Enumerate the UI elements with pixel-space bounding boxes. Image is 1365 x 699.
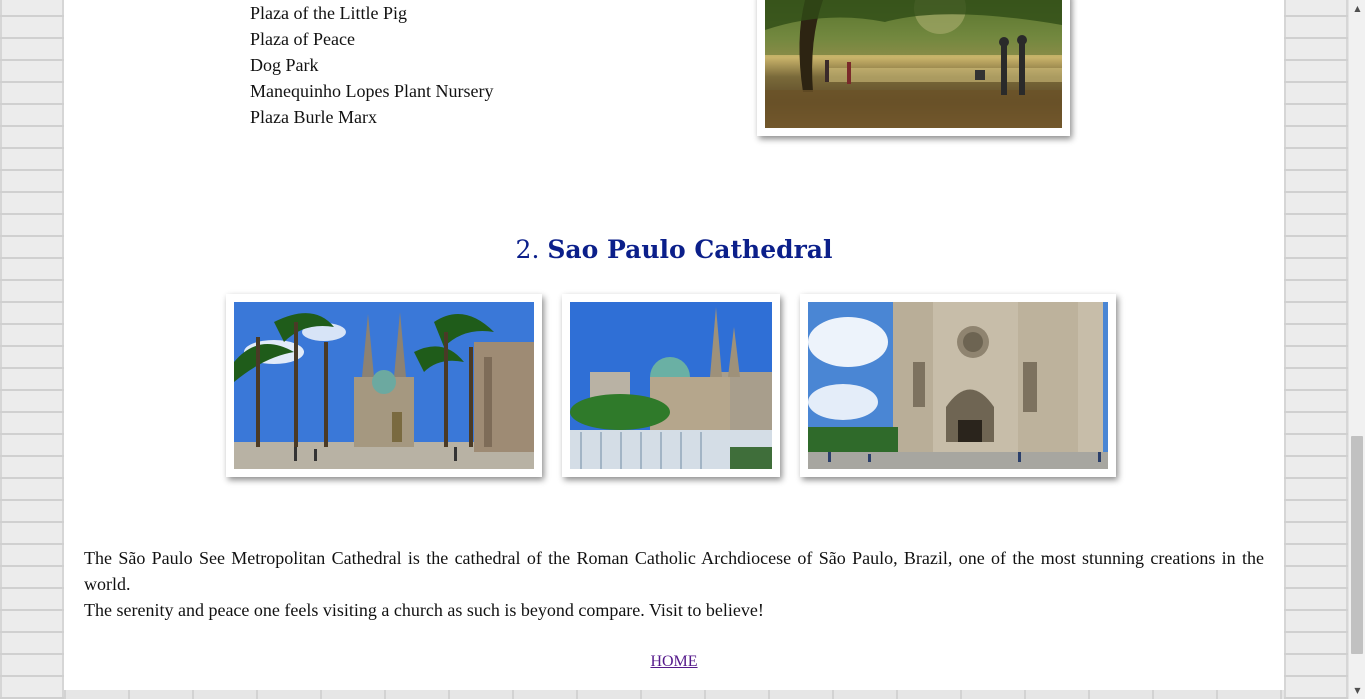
section-number: 2. xyxy=(515,235,540,264)
cathedral-photo-frame-2 xyxy=(562,294,780,477)
cathedral-photo-frame-3 xyxy=(800,294,1116,477)
footer-nav: HOME xyxy=(0,653,1348,671)
list-item: Manequinho Lopes Plant Nursery xyxy=(250,81,494,101)
cathedral-photo-palms xyxy=(234,302,534,469)
scroll-up-arrow-icon[interactable]: ▲ xyxy=(1349,0,1365,17)
section-title: Sao Paulo Cathedral xyxy=(547,235,833,264)
cathedral-photo-frame-1 xyxy=(226,294,542,477)
section-heading: 2. Sao Paulo Cathedral xyxy=(64,235,1284,264)
list-item: Plaza of the Little Pig xyxy=(250,3,407,23)
vertical-scrollbar[interactable]: ▲ ▼ xyxy=(1348,0,1365,699)
park-photo-frame xyxy=(757,0,1070,136)
list-item: Plaza Burle Marx xyxy=(250,107,377,127)
cathedral-photo-fountain xyxy=(570,302,772,469)
brick-wall-background-right xyxy=(1284,0,1348,699)
scroll-thumb[interactable] xyxy=(1351,436,1363,654)
park-attractions-list: Plaza of the Little Pig Plaza of Peace D… xyxy=(250,0,493,130)
home-link[interactable]: HOME xyxy=(650,653,697,670)
description-paragraph-1: The São Paulo See Metropolitan Cathedral… xyxy=(84,548,1264,594)
description-paragraph-2: The serenity and peace one feels visitin… xyxy=(84,600,764,620)
cathedral-description: The São Paulo See Metropolitan Cathedral… xyxy=(84,545,1264,623)
list-item: Dog Park xyxy=(250,55,319,75)
park-photo xyxy=(765,0,1062,128)
scroll-down-arrow-icon[interactable]: ▼ xyxy=(1349,682,1365,699)
list-item: Plaza of Peace xyxy=(250,29,355,49)
brick-wall-background-left xyxy=(0,0,64,699)
cathedral-photo-facade xyxy=(808,302,1108,469)
